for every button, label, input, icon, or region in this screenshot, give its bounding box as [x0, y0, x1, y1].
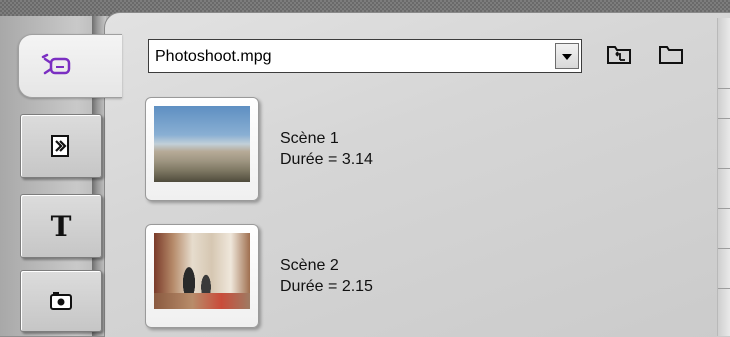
transitions-icon [48, 133, 74, 159]
scene-2-info: Scène 2 Durée = 2.15 [280, 255, 373, 297]
tab-titles[interactable]: T [20, 194, 102, 258]
tab-transitions[interactable] [20, 114, 102, 178]
scene-2-image [154, 233, 250, 309]
scene-1-info: Scène 1 Durée = 3.14 [280, 128, 373, 170]
scene-2-duration: Durée = 2.15 [280, 278, 373, 295]
scene-1-duration: Durée = 3.14 [280, 151, 373, 168]
media-file-dropdown[interactable]: Photoshoot.mpg [148, 39, 582, 73]
chevron-down-icon [562, 47, 572, 65]
camera-icon [48, 290, 74, 312]
folder-icon [658, 43, 684, 70]
parent-folder-button[interactable] [604, 42, 634, 70]
scene-thumbnail-1[interactable] [145, 97, 259, 201]
dropdown-toggle-button[interactable] [555, 43, 579, 69]
title-text-icon: T [50, 209, 72, 243]
scene-1-image [154, 106, 250, 182]
scene-2-name: Scène 2 [280, 257, 339, 274]
media-file-value: Photoshoot.mpg [155, 48, 272, 65]
scene-thumbnail-2[interactable] [145, 224, 259, 328]
video-camera-icon [41, 53, 75, 79]
tab-photos[interactable] [20, 270, 102, 332]
browse-folder-button[interactable] [656, 42, 686, 70]
scene-1-name: Scène 1 [280, 130, 339, 147]
tab-video[interactable] [18, 34, 122, 98]
right-scroll-strip[interactable] [717, 18, 730, 336]
folder-up-icon [606, 43, 632, 70]
